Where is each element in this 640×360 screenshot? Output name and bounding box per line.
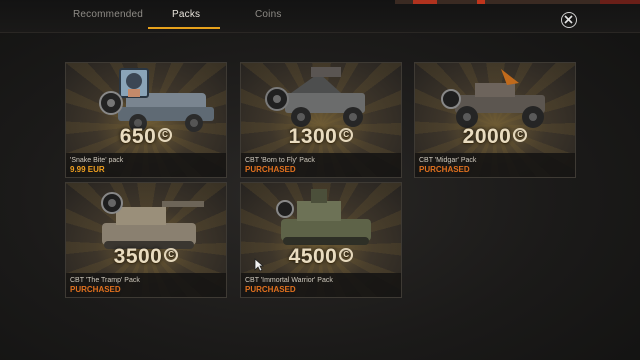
hud-strip <box>395 0 640 4</box>
pack-status: PURCHASED <box>245 165 296 174</box>
tab-recommended[interactable]: Recommended <box>73 9 143 20</box>
coin-amount-value: 3500 <box>113 245 163 268</box>
pack-status: PURCHASED <box>419 165 470 174</box>
mouse-cursor-icon <box>254 258 264 272</box>
coin-amount-value: 4500 <box>288 245 338 268</box>
pack-name: 'Snake Bite' pack <box>70 157 124 164</box>
coin-icon: C <box>339 248 354 263</box>
pack-card-the-tramp[interactable]: 3500 C CBT 'The Tramp' Pack PURCHASED <box>65 182 227 298</box>
coin-amount: 4500 C <box>241 245 401 269</box>
pack-card-snake-bite[interactable]: 650 C 'Snake Bite' pack 9.99 EUR <box>65 62 227 178</box>
coin-amount-value: 2000 <box>462 125 512 148</box>
tab-coins[interactable]: Coins <box>255 9 282 20</box>
hud-bar <box>477 0 485 4</box>
pack-price: 9.99 EUR <box>70 165 105 174</box>
pack-card-immortal-warrior[interactable]: 4500 C CBT 'Immortal Warrior' Pack PURCHA… <box>240 182 402 298</box>
close-button[interactable] <box>561 12 577 28</box>
hud-bar <box>600 0 640 4</box>
coin-amount: 650 C <box>66 125 226 149</box>
coin-icon: C <box>339 128 354 143</box>
store-screen: Recommended Packs Coins 650 C 'Snake Bite… <box>0 0 640 360</box>
pack-name: CBT 'Midgar' Pack <box>419 157 477 164</box>
coin-amount: 1300 C <box>241 125 401 149</box>
coin-icon: C <box>164 248 179 263</box>
coin-icon: C <box>513 128 528 143</box>
pack-card-midgar[interactable]: 2000 C CBT 'Midgar' Pack PURCHASED <box>414 62 576 178</box>
coin-icon: C <box>158 128 173 143</box>
tab-packs[interactable]: Packs <box>172 9 200 20</box>
pack-name: CBT 'Born to Fly' Pack <box>245 157 315 164</box>
pack-name: CBT 'The Tramp' Pack <box>70 277 140 284</box>
active-tab-indicator <box>148 27 220 29</box>
pack-card-born-to-fly[interactable]: 1300 C CBT 'Born to Fly' Pack PURCHASED <box>240 62 402 178</box>
pack-status: PURCHASED <box>70 285 121 294</box>
hud-bar <box>413 0 437 4</box>
top-bar: Recommended Packs Coins <box>0 0 640 33</box>
pack-status: PURCHASED <box>245 285 296 294</box>
close-icon <box>564 15 573 24</box>
coin-amount-value: 650 <box>119 125 157 148</box>
coin-amount: 3500 C <box>66 245 226 269</box>
pack-name: CBT 'Immortal Warrior' Pack <box>245 277 333 284</box>
coin-amount-value: 1300 <box>288 125 338 148</box>
coin-amount: 2000 C <box>415 125 575 149</box>
